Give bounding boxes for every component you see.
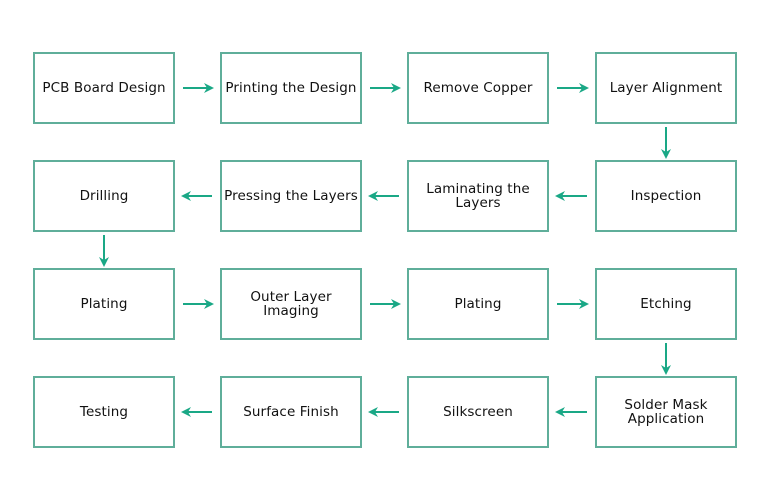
step-box-1: PCB Board Design [33, 52, 175, 124]
step-box-8: Drilling [33, 160, 175, 232]
step-label: Plating [80, 296, 128, 312]
step-label: Etching [640, 296, 692, 312]
step-label: PCB Board Design [42, 80, 166, 96]
step-box-6: Laminating the Layers [407, 160, 549, 232]
step-label: Outer Layer Imaging [250, 289, 332, 319]
step-box-4: Layer Alignment [595, 52, 737, 124]
step-label: Layer Alignment [609, 80, 723, 96]
step-label: Plating [454, 296, 502, 312]
step-box-14: Silkscreen [407, 376, 549, 448]
step-label: Silkscreen [443, 404, 513, 420]
step-label: Testing [79, 404, 129, 420]
step-label: Solder Mask Application [624, 397, 708, 427]
step-label: Inspection [630, 188, 702, 204]
step-label: Drilling [79, 188, 129, 204]
step-box-16: Testing [33, 376, 175, 448]
step-box-7: Pressing the Layers [220, 160, 362, 232]
step-label: Printing the Design [225, 80, 357, 96]
step-box-9: Plating [33, 268, 175, 340]
step-box-12: Etching [595, 268, 737, 340]
step-label: Surface Finish [243, 404, 339, 420]
step-box-11: Plating [407, 268, 549, 340]
step-box-2: Printing the Design [220, 52, 362, 124]
step-box-15: Surface Finish [220, 376, 362, 448]
step-label: Pressing the Layers [224, 188, 358, 204]
step-box-10: Outer Layer Imaging [220, 268, 362, 340]
step-box-13: Solder Mask Application [595, 376, 737, 448]
step-box-3: Remove Copper [407, 52, 549, 124]
step-label: Remove Copper [423, 80, 533, 96]
step-label: Laminating the Layers [426, 181, 530, 211]
step-box-5: Inspection [595, 160, 737, 232]
